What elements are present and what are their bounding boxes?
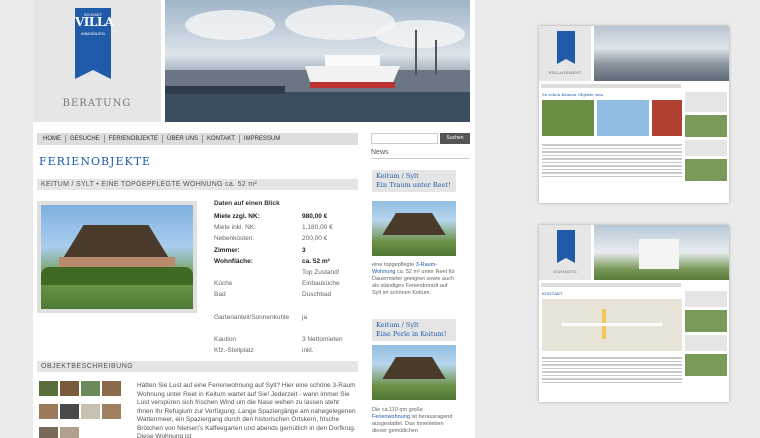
fact-value: 3	[302, 246, 306, 254]
preview-title: KONTAKT	[542, 291, 563, 296]
fact-row: Miete inkl. NK: 1.180,00 €	[214, 222, 356, 233]
fact-label	[214, 301, 302, 312]
fact-label: Bad	[214, 291, 226, 299]
news-heading-line: Keitum / Sylt	[376, 321, 419, 329]
listing-photo[interactable]	[37, 201, 197, 313]
thumbnail[interactable]	[39, 381, 58, 396]
listing-heading: KEITUM / SYLT • EINE TOPGEPFLEGTE WOHNUN…	[37, 179, 358, 190]
news-item-text: eine topgepflegte 3-Raum-Wohnung ca. 52 …	[372, 262, 456, 297]
fact-value: Duschbad	[302, 291, 332, 299]
villa-logo-banner[interactable]: SCHMIDT VILLA IMMOBILIEN	[75, 8, 114, 79]
fact-label: Wohnfläche:	[214, 257, 253, 265]
nav-kontakt[interactable]: KONTAKT	[203, 135, 240, 143]
news-image[interactable]	[372, 345, 456, 400]
section-label: BERATUNG	[62, 98, 132, 109]
preview-section-label: EINLAGEMENT	[548, 70, 582, 75]
preview-title: So schön können Objekte sein	[542, 92, 604, 97]
fact-row: Gartenanteil/Sonnenkuhle ja	[214, 312, 356, 323]
fact-label: Miete inkl. NK:	[214, 224, 256, 232]
fact-label: Miete zzgl. NK:	[214, 213, 260, 220]
news-image[interactable]	[372, 201, 456, 256]
fact-value: 200,00 €	[302, 235, 328, 243]
nav-ueber-uns[interactable]: ÜBER UNS	[163, 135, 204, 143]
fact-value: ca. 52 m²	[302, 257, 330, 265]
fact-value: ja	[302, 313, 308, 321]
page-title: FERIENOBJEKTE	[39, 155, 152, 168]
fact-value: 1.180,00 €	[302, 224, 333, 232]
main-website-screenshot: SCHMIDT VILLA IMMOBILIEN BERATUNG HOME G…	[33, 0, 475, 438]
logo-sub2: IMMOBILIEN	[81, 31, 105, 36]
fact-label	[214, 267, 302, 278]
search-button[interactable]: Suchen	[440, 133, 470, 144]
fact-row: Kaution 3 Nettomieten	[214, 334, 356, 345]
logo-text: VILLA	[75, 15, 114, 29]
main-nav: HOME GESUCHE FERIENOBJEKTE ÜBER UNS KONT…	[37, 133, 358, 145]
fact-row: Zimmer: 3	[214, 245, 356, 256]
search-input[interactable]	[371, 133, 438, 144]
hero-harbor-image	[165, 0, 470, 122]
fact-row: Wohnfläche: ca. 52 m²	[214, 256, 356, 267]
fact-value: 980,00 €	[302, 213, 328, 220]
fact-value: inkl.	[302, 347, 314, 355]
fact-value: Einbauküche	[302, 280, 340, 288]
fact-row	[214, 323, 356, 334]
fact-row	[214, 301, 356, 312]
logo-area: SCHMIDT VILLA IMMOBILIEN BERATUNG	[33, 0, 161, 122]
fact-row: Miete zzgl. NK: 980,00 €	[214, 211, 356, 222]
news-heading-line: Ein Traum unter Reet!	[376, 181, 451, 189]
fact-label: Gartenanteil/Sonnenkuhle	[214, 313, 290, 321]
news-heading-line: Keitum / Sylt	[376, 172, 419, 180]
fact-label: Kfz.-Stellplatz	[214, 347, 254, 355]
thumbnail[interactable]	[39, 404, 58, 419]
thumbnail[interactable]	[60, 404, 79, 419]
news-text: Die ca.110 qm große	[372, 407, 423, 413]
thumbnail[interactable]	[39, 427, 58, 438]
fact-label: Küche	[214, 280, 233, 288]
nav-home[interactable]: HOME	[39, 135, 66, 143]
fact-row: Nebenkosten: 200,00 €	[214, 233, 356, 244]
news-item-heading[interactable]: Keitum / Sylt Eine Perle in Keitum!	[372, 319, 456, 341]
fact-row: Kfz.-Stellplatz inkl.	[214, 345, 356, 356]
fact-label: Kaution	[214, 336, 237, 344]
fact-value: 3 Nettomieten	[302, 336, 343, 344]
fact-label: Zimmer:	[214, 246, 240, 254]
nav-ferienobjekte[interactable]: FERIENOBJEKTE	[105, 135, 164, 143]
preview-section-label: SCHMIDTZ	[553, 269, 577, 274]
news-item-text: Die ca.110 qm große Ferienwohnung ist he…	[372, 407, 456, 435]
listing-description: Hätten Sie Lust auf eine Ferienwohnung a…	[137, 382, 356, 438]
news-title: News	[371, 149, 470, 159]
fact-row: Top Zustand!	[214, 267, 356, 278]
thumbnail[interactable]	[102, 381, 121, 396]
news-sidebar: News	[371, 149, 470, 159]
preview-page-einlagement: EINLAGEMENT So schön können Objekte sein	[539, 26, 729, 203]
fact-row: Bad Duschbad	[214, 289, 356, 300]
facts-title: Daten auf einen Blick	[214, 200, 280, 207]
nav-gesuche[interactable]: GESUCHE	[66, 135, 105, 143]
thumbnail[interactable]	[81, 381, 100, 396]
fact-label: Nebenkosten:	[214, 235, 255, 243]
listing-facts: Daten auf einen Blick Miete zzgl. NK: 980…	[214, 200, 356, 356]
preview-page-kontakt: SCHMIDTZ KONTAKT	[539, 225, 729, 402]
description-heading: OBJEKTBESCHREIBUNG	[37, 361, 358, 372]
fact-value: Top Zustand!	[302, 268, 340, 276]
news-link[interactable]: Ferienwohnung	[372, 414, 410, 420]
news-heading-line: Eine Perle in Keitum!	[376, 330, 447, 338]
thumbnail[interactable]	[60, 381, 79, 396]
thumbnail[interactable]	[102, 404, 121, 419]
nav-impressum[interactable]: IMPRESSUM	[240, 135, 284, 143]
thumbnail[interactable]	[81, 404, 100, 419]
thumbnail[interactable]	[60, 427, 79, 438]
news-item-heading[interactable]: Keitum / Sylt Ein Traum unter Reet!	[372, 170, 456, 192]
fact-label	[214, 323, 302, 334]
news-text: eine topgepflegte	[372, 262, 416, 268]
fact-row: Küche Einbauküche	[214, 278, 356, 289]
